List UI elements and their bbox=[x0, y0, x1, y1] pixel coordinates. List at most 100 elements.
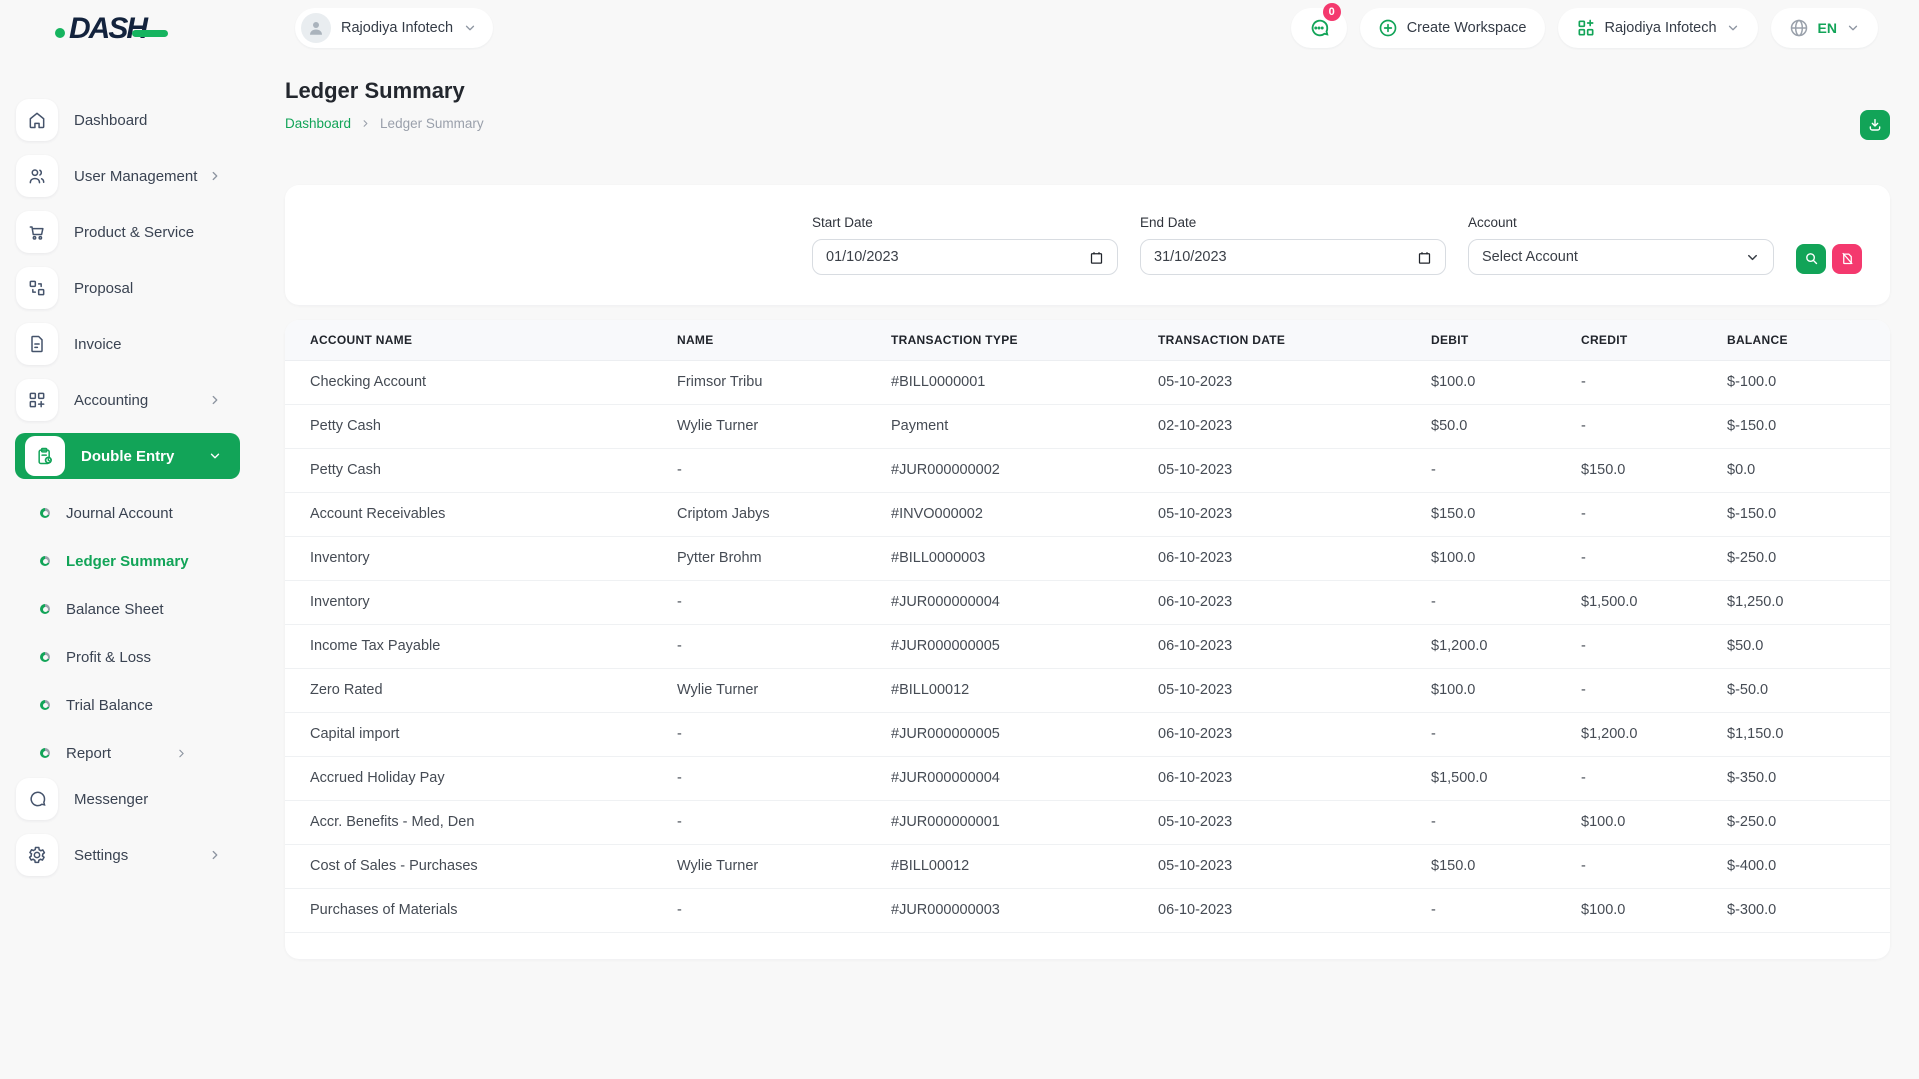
table-row: Checking AccountFrimsor Tribu#BILL000000… bbox=[285, 360, 1890, 404]
table-cell: #BILL0000003 bbox=[866, 536, 1133, 580]
table-cell: Inventory bbox=[285, 536, 652, 580]
table-cell: Criptom Jabys bbox=[652, 492, 866, 536]
end-date-field: End Date 31/10/2023 bbox=[1140, 215, 1446, 275]
workspace-selector[interactable]: Rajodiya Infotech bbox=[295, 8, 493, 48]
sidebar-item-dashboard[interactable]: Dashboard bbox=[0, 97, 240, 143]
table-cell: $100.0 bbox=[1556, 888, 1702, 932]
search-icon bbox=[1804, 251, 1819, 266]
table-cell: Accr. Benefits - Med, Den bbox=[285, 800, 652, 844]
document-icon bbox=[16, 323, 58, 365]
sidebar-item-settings[interactable]: Settings bbox=[0, 832, 240, 878]
table-cell: 06-10-2023 bbox=[1133, 712, 1406, 756]
breadcrumb-dashboard-link[interactable]: Dashboard bbox=[285, 116, 351, 131]
chevron-right-icon bbox=[208, 848, 222, 862]
sidebar-item-product-service[interactable]: Product & Service bbox=[0, 209, 240, 255]
table-cell: $-350.0 bbox=[1702, 756, 1890, 800]
sidebar-item-messenger[interactable]: Messenger bbox=[0, 776, 240, 822]
start-date-value: 01/10/2023 bbox=[826, 249, 899, 265]
sidebar-subitem-report[interactable]: Report bbox=[0, 729, 240, 777]
messenger-button[interactable]: 0 bbox=[1291, 8, 1347, 48]
table-cell: - bbox=[1556, 360, 1702, 404]
table-cell: - bbox=[652, 624, 866, 668]
table-cell: Frimsor Tribu bbox=[652, 360, 866, 404]
table-cell: 02-10-2023 bbox=[1133, 404, 1406, 448]
table-cell: - bbox=[1406, 800, 1556, 844]
messenger-badge: 0 bbox=[1323, 3, 1341, 21]
table-cell: $-100.0 bbox=[1702, 360, 1890, 404]
table-cell: #JUR000000003 bbox=[866, 888, 1133, 932]
chevron-right-icon bbox=[208, 393, 222, 407]
create-workspace-label: Create Workspace bbox=[1407, 20, 1527, 36]
company-dropdown[interactable]: Rajodiya Infotech bbox=[1558, 8, 1758, 48]
topbar-actions: 0 Create Workspace Rajodiya Infotech EN bbox=[1291, 8, 1878, 48]
table-cell: Cost of Sales - Purchases bbox=[285, 844, 652, 888]
table-cell: - bbox=[652, 580, 866, 624]
table-cell: $100.0 bbox=[1406, 536, 1556, 580]
table-cell: #JUR000000005 bbox=[866, 712, 1133, 756]
table-cell: - bbox=[652, 888, 866, 932]
sidebar-item-invoice[interactable]: Invoice bbox=[0, 321, 240, 367]
end-date-input[interactable]: 31/10/2023 bbox=[1140, 239, 1446, 275]
sidebar: Dashboard User Management Product & Serv… bbox=[0, 56, 240, 1079]
table-cell: $-250.0 bbox=[1702, 800, 1890, 844]
table-cell: - bbox=[1406, 580, 1556, 624]
table-cell: - bbox=[1556, 492, 1702, 536]
sidebar-item-proposal[interactable]: Proposal bbox=[0, 265, 240, 311]
language-selector[interactable]: EN bbox=[1771, 8, 1878, 48]
language-label: EN bbox=[1818, 20, 1837, 36]
sidebar-subitem-profit-loss[interactable]: Profit & Loss bbox=[0, 633, 240, 681]
sidebar-item-accounting[interactable]: Accounting bbox=[0, 377, 240, 423]
chevron-down-icon bbox=[1846, 21, 1860, 35]
end-date-value: 31/10/2023 bbox=[1154, 249, 1227, 265]
avatar bbox=[301, 13, 331, 43]
create-workspace-button[interactable]: Create Workspace bbox=[1360, 8, 1545, 48]
table-cell: $1,250.0 bbox=[1702, 580, 1890, 624]
sidebar-item-label: Double Entry bbox=[81, 448, 208, 465]
table-row: InventoryPytter Brohm#BILL000000306-10-2… bbox=[285, 536, 1890, 580]
globe-icon bbox=[1789, 18, 1809, 38]
sidebar-item-user-management[interactable]: User Management bbox=[0, 153, 240, 199]
sidebar-subitem-trial-balance[interactable]: Trial Balance bbox=[0, 681, 240, 729]
blocks-arrows-icon bbox=[16, 267, 58, 309]
table-cell: $150.0 bbox=[1556, 448, 1702, 492]
search-button[interactable] bbox=[1796, 244, 1826, 274]
table-cell: $1,200.0 bbox=[1556, 712, 1702, 756]
table-cell: - bbox=[1556, 624, 1702, 668]
sidebar-subitem-ledger-summary[interactable]: Ledger Summary bbox=[0, 537, 240, 585]
sidebar-subitem-journal-account[interactable]: Journal Account bbox=[0, 489, 240, 537]
file-off-icon bbox=[1840, 251, 1855, 266]
table-cell: 06-10-2023 bbox=[1133, 888, 1406, 932]
sidebar-item-label: Accounting bbox=[74, 392, 208, 409]
grid-plus-icon bbox=[16, 379, 58, 421]
sidebar-item-label: Product & Service bbox=[74, 224, 222, 241]
table-cell: $1,200.0 bbox=[1406, 624, 1556, 668]
table-cell: #BILL0000001 bbox=[866, 360, 1133, 404]
table-cell: Wylie Turner bbox=[652, 404, 866, 448]
table-cell: - bbox=[1556, 668, 1702, 712]
download-button[interactable] bbox=[1860, 110, 1890, 140]
app-logo[interactable]: DASH bbox=[55, 14, 168, 44]
start-date-input[interactable]: 01/10/2023 bbox=[812, 239, 1118, 275]
start-date-label: Start Date bbox=[812, 215, 1118, 230]
account-selected-value: Select Account bbox=[1482, 249, 1578, 265]
table-cell: $-50.0 bbox=[1702, 668, 1890, 712]
reset-filter-button[interactable] bbox=[1832, 244, 1862, 274]
calendar-icon bbox=[1089, 250, 1104, 265]
sidebar-subitem-balance-sheet[interactable]: Balance Sheet bbox=[0, 585, 240, 633]
account-select[interactable]: Select Account bbox=[1468, 239, 1774, 275]
table-cell: 06-10-2023 bbox=[1133, 756, 1406, 800]
bullet-icon bbox=[40, 700, 50, 710]
end-date-label: End Date bbox=[1140, 215, 1446, 230]
table-header-row: ACCOUNT NAMENAMETRANSACTION TYPETRANSACT… bbox=[285, 320, 1890, 360]
ledger-table-body: Checking AccountFrimsor Tribu#BILL000000… bbox=[285, 360, 1890, 932]
chevron-down-icon bbox=[463, 21, 477, 35]
table-cell: Zero Rated bbox=[285, 668, 652, 712]
chevron-down-icon bbox=[1726, 21, 1740, 35]
chevron-down-icon bbox=[1745, 250, 1760, 265]
table-cell: Pytter Brohm bbox=[652, 536, 866, 580]
table-cell: #JUR000000001 bbox=[866, 800, 1133, 844]
logo-dot-icon bbox=[55, 28, 65, 38]
sidebar-item-double-entry[interactable]: Double Entry bbox=[15, 433, 240, 479]
sidebar-subitem-label: Profit & Loss bbox=[66, 649, 240, 666]
table-row: Petty Cash-#JUR00000000205-10-2023-$150.… bbox=[285, 448, 1890, 492]
